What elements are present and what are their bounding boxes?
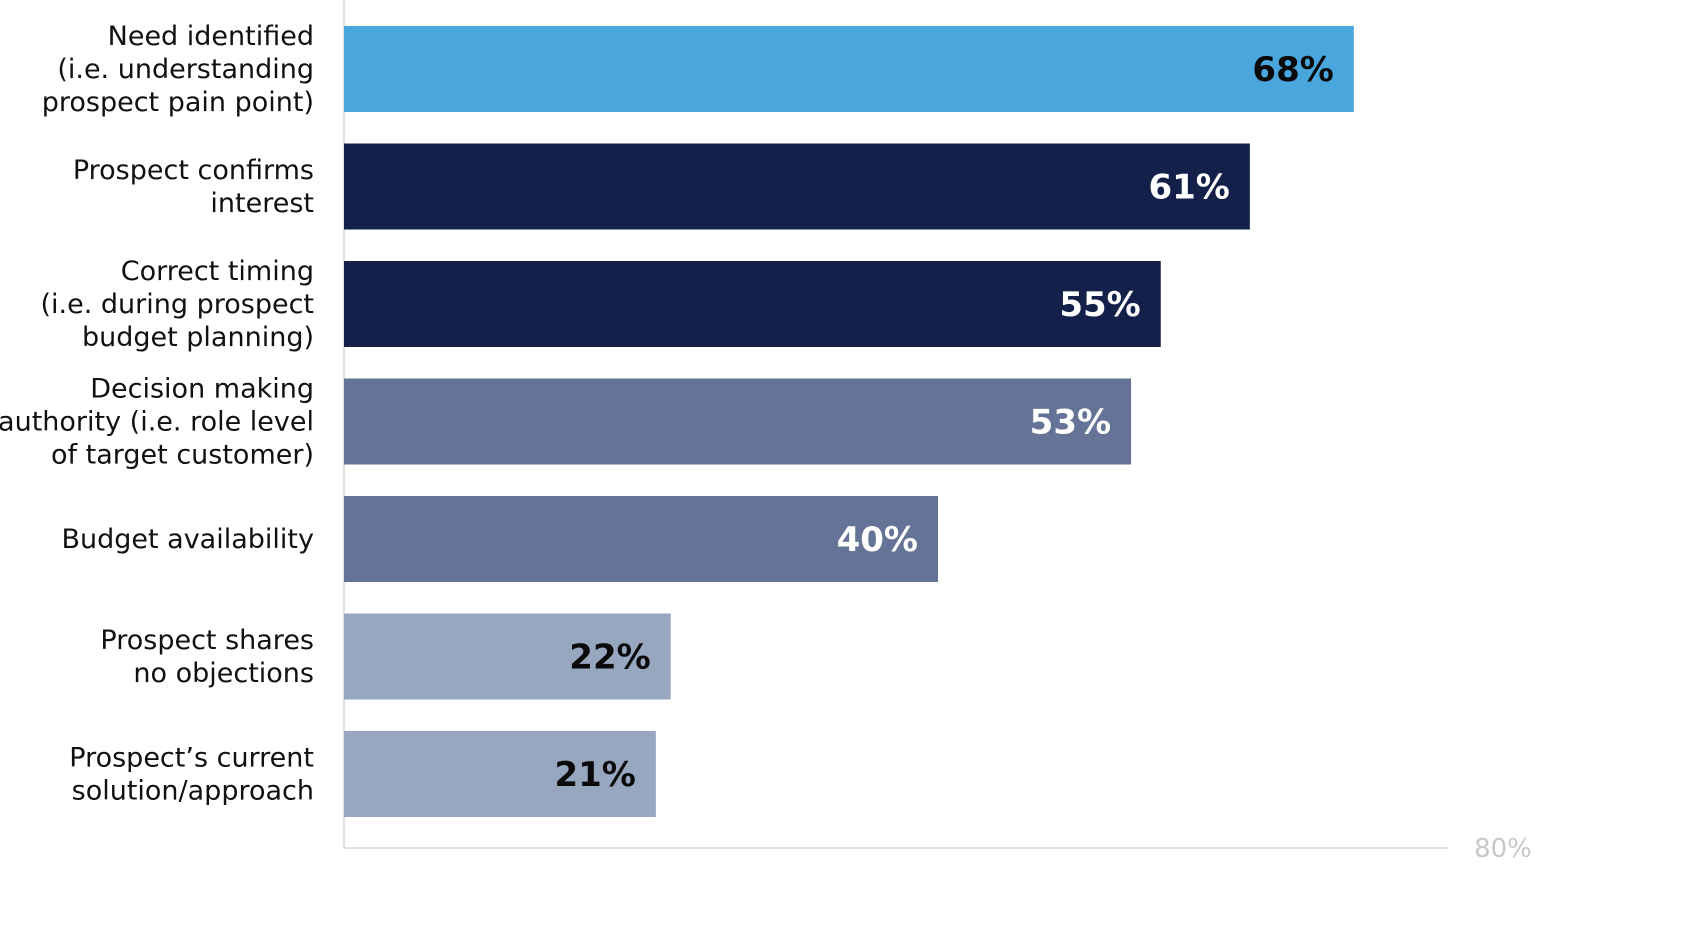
category-label-line: Prospect’s current — [69, 743, 314, 774]
bar-0 — [344, 26, 1354, 112]
category-label-line: budget planning) — [82, 322, 314, 353]
category-label-line: no objections — [133, 658, 314, 689]
value-label-2: 55% — [1059, 285, 1140, 325]
category-label-line: prospect pain point) — [42, 87, 314, 118]
bar-chart: 80% 68% Need identified (i.e. understandin… — [0, 0, 1532, 864]
category-label-line: Correct timing — [121, 256, 314, 287]
category-label-line: (i.e. understanding — [57, 54, 314, 85]
value-label-5: 22% — [569, 638, 650, 678]
category-label-line: Need identified — [108, 21, 314, 52]
category-label-1: Prospect confirms interest — [73, 155, 314, 219]
category-label-line: Budget availability — [61, 524, 314, 555]
bar-2 — [344, 261, 1161, 347]
value-label-1: 61% — [1148, 168, 1229, 208]
category-label-line: authority (i.e. role level — [0, 407, 314, 438]
category-label-line: solution/approach — [72, 776, 314, 807]
category-label-line: of target customer) — [51, 440, 314, 471]
category-label-0: Need identified (i.e. understanding prospe… — [42, 21, 314, 118]
category-label-line: (i.e. during prospect — [41, 289, 315, 320]
category-label-line: Prospect shares — [100, 625, 314, 656]
value-label-6: 21% — [554, 755, 635, 795]
bar-3 — [344, 378, 1132, 465]
value-label-0: 68% — [1252, 50, 1333, 90]
category-label-3: Decision making authority (i.e. role leve… — [0, 374, 314, 471]
x-tick-label-80: 80% — [1474, 834, 1532, 864]
value-label-4: 40% — [837, 520, 918, 560]
category-label-4: Budget availability — [61, 524, 314, 555]
bar-1 — [344, 143, 1250, 230]
category-label-line: interest — [210, 188, 314, 219]
category-label-2: Correct timing (i.e. during prospect budge… — [41, 256, 315, 353]
value-label-3: 53% — [1030, 403, 1111, 443]
category-label-6: Prospect’s current solution/approach — [69, 743, 314, 807]
category-label-line: Decision making — [90, 374, 314, 405]
bars-group: 68% Need identified (i.e. understanding pro… — [0, 21, 1354, 817]
category-label-5: Prospect shares no objections — [100, 625, 314, 689]
category-label-line: Prospect confirms — [73, 155, 314, 186]
